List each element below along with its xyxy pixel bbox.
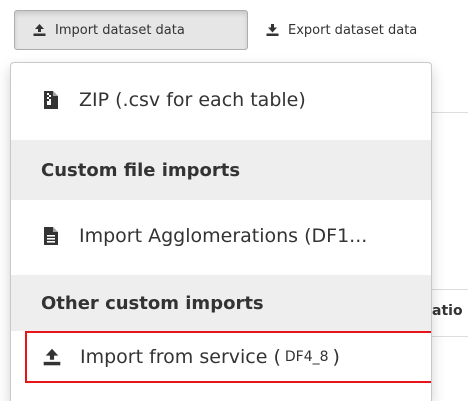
menu-item-import-agglomerations[interactable]: Import Agglomerations (DF1... xyxy=(11,211,431,261)
export-dataset-data-label: Export dataset data xyxy=(288,22,418,38)
import-dataset-data-label: Import dataset data xyxy=(55,22,185,38)
other-custom-imports-header: Other custom imports xyxy=(11,275,431,331)
service-code: DF4_8 xyxy=(284,349,329,365)
upload-icon xyxy=(33,24,46,36)
menu-item-import-from-service-label: Import from service ( xyxy=(80,346,281,368)
menu-item-import-agglomerations-label: Import Agglomerations (DF1... xyxy=(79,225,368,247)
background-divider xyxy=(432,112,468,113)
menu-item-zip-import[interactable]: ZIP (.csv for each table) xyxy=(11,75,431,125)
upload-icon xyxy=(41,348,63,366)
file-icon xyxy=(40,227,62,245)
export-dataset-data-button[interactable]: Export dataset data xyxy=(258,10,417,50)
zip-file-icon xyxy=(40,91,62,109)
import-dropdown-menu: ZIP (.csv for each table) Custom file im… xyxy=(10,62,432,401)
download-icon xyxy=(266,24,279,36)
menu-item-import-from-service[interactable]: Import from service ( DF4_8 ) xyxy=(25,331,431,383)
background-divider xyxy=(432,289,468,290)
background-column-header: atio xyxy=(432,303,463,319)
menu-item-zip-label: ZIP (.csv for each table) xyxy=(79,89,306,111)
service-close-paren: ) xyxy=(332,346,340,368)
background-divider xyxy=(432,336,468,337)
custom-file-imports-header: Custom file imports xyxy=(11,140,431,200)
import-dataset-data-button[interactable]: Import dataset data xyxy=(14,10,248,50)
